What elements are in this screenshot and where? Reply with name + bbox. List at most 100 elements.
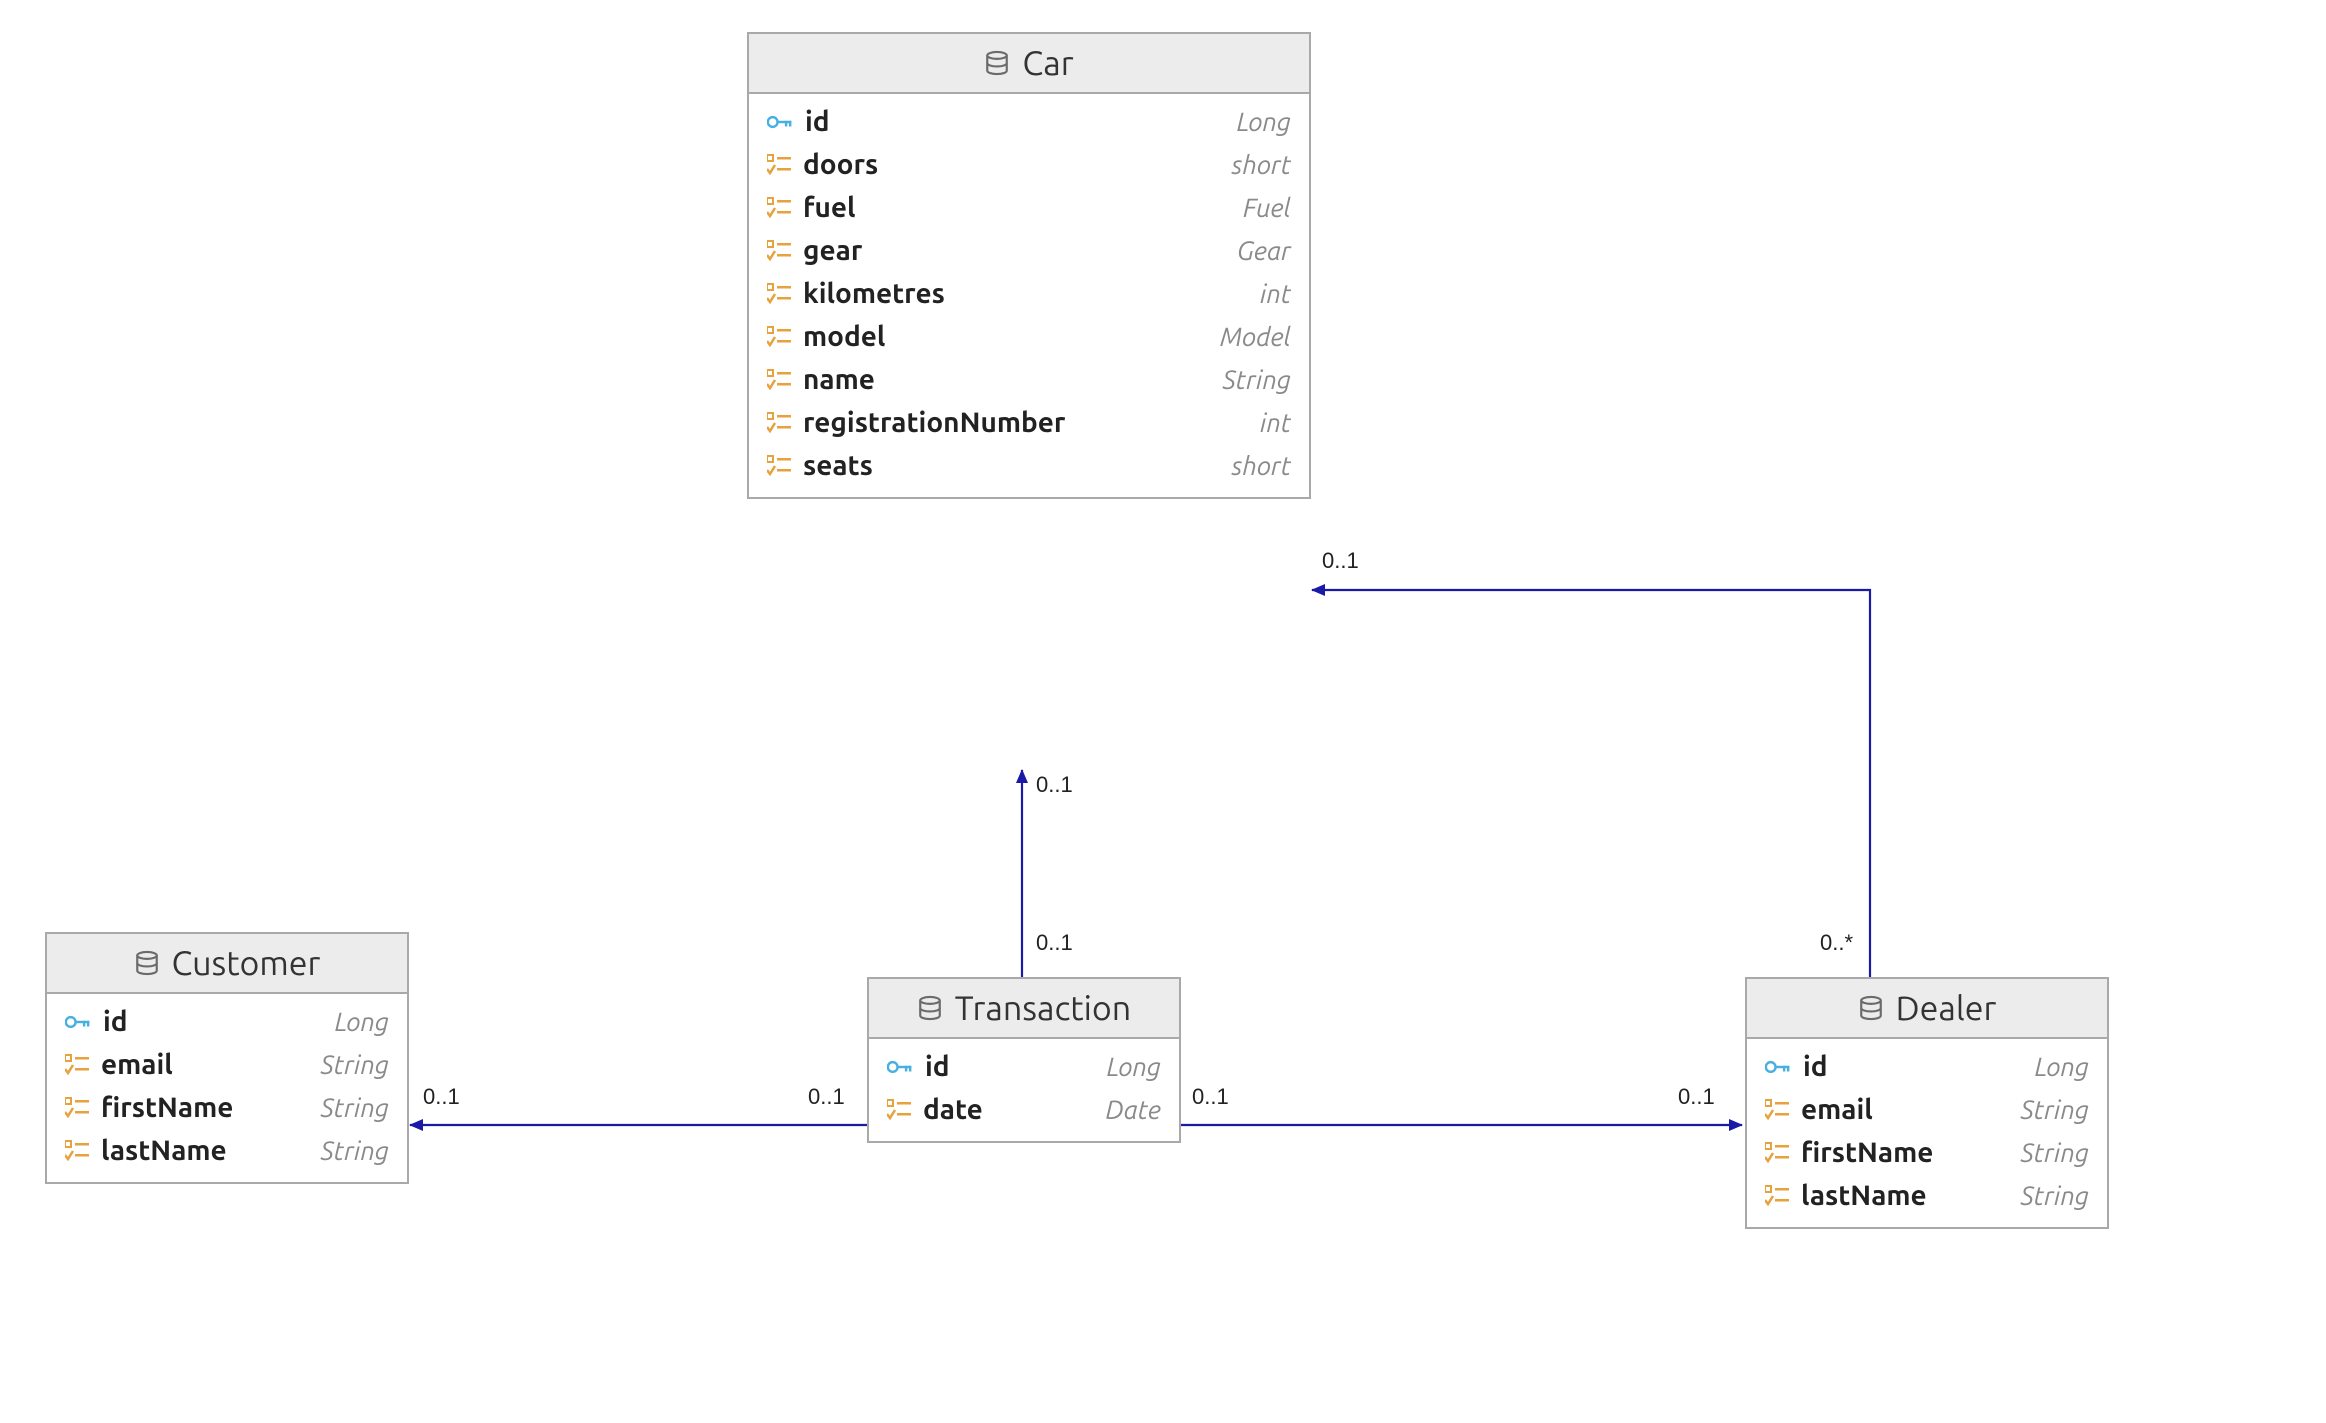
attribute-name: model [803, 321, 885, 352]
attribute-row[interactable]: id Long [885, 1045, 1163, 1088]
attribute-row[interactable]: idLong [63, 1000, 391, 1043]
er-diagram-canvas: 0..1 0..1 0..1 0..1 0..1 0..1 0..* 0..1 … [0, 0, 2326, 1423]
attribute-icon [767, 197, 791, 219]
mult-transaction-up: 0..1 [1036, 930, 1073, 956]
primary-key-icon [1765, 1057, 1791, 1077]
attribute-type: Long [1237, 107, 1291, 136]
attribute-row[interactable]: registrationNumber int [765, 401, 1293, 444]
attribute-name: email [1801, 1094, 1873, 1125]
attribute-row[interactable]: emailString [63, 1043, 391, 1086]
entity-title: Customer [172, 944, 321, 982]
attribute-type: String [2021, 1138, 2089, 1167]
attribute-row[interactable]: model Model [765, 315, 1293, 358]
attribute-name: id [103, 1006, 128, 1037]
attribute-row[interactable]: kilometres int [765, 272, 1293, 315]
entity-title: Transaction [955, 989, 1131, 1027]
entity-attributes: idLongemailStringfirstNameStringlastName… [47, 994, 407, 1182]
entity-car[interactable]: Car id Long doorsshortfuelFuel gear Gear kilom… [747, 32, 1311, 499]
attribute-row[interactable]: lastName String [63, 1129, 391, 1172]
entity-dealer[interactable]: DealeridLongemailStringfirstNameStringla… [1745, 977, 2109, 1229]
attribute-name: firstName [101, 1092, 233, 1123]
attribute-row[interactable]: seats short [765, 444, 1293, 487]
attribute-name: id [805, 106, 830, 137]
attribute-row[interactable]: date Date [885, 1088, 1163, 1131]
attribute-type: String [321, 1093, 389, 1122]
attribute-type: Gear [1237, 236, 1291, 265]
attribute-name: kilometres [803, 278, 945, 309]
primary-key-icon [767, 112, 793, 132]
mult-dealer-near: 0..1 [1678, 1084, 1715, 1110]
attribute-row[interactable]: id Long [765, 100, 1293, 143]
mult-transaction-right: 0..1 [1192, 1084, 1229, 1110]
attribute-type: Long [1107, 1052, 1161, 1081]
attribute-icon [767, 240, 791, 262]
mult-customer-near: 0..1 [423, 1084, 460, 1110]
attribute-icon [767, 283, 791, 305]
entity-header: Car [749, 34, 1309, 94]
attribute-type: short [1231, 150, 1291, 179]
mult-transaction-left: 0..1 [808, 1084, 845, 1110]
database-icon [134, 950, 160, 976]
attribute-type: String [1223, 365, 1291, 394]
attribute-icon [65, 1054, 89, 1076]
attribute-name: lastName [101, 1135, 227, 1166]
attribute-icon [65, 1097, 89, 1119]
attribute-type: short [1231, 451, 1291, 480]
attribute-name: id [1803, 1051, 1828, 1082]
attribute-name: registrationNumber [803, 407, 1065, 438]
attribute-icon [767, 455, 791, 477]
attribute-type: Date [1105, 1095, 1161, 1124]
attribute-row[interactable]: firstName String [63, 1086, 391, 1129]
attribute-type: String [2021, 1095, 2089, 1124]
attribute-type: Model [1220, 322, 1291, 351]
attribute-icon [1765, 1099, 1789, 1121]
entity-header: Transaction [869, 979, 1179, 1039]
attribute-name: seats [803, 450, 873, 481]
attribute-row[interactable]: id Long [1763, 1045, 2091, 1088]
database-icon [917, 995, 943, 1021]
attribute-icon [1765, 1185, 1789, 1207]
attribute-icon [767, 326, 791, 348]
attribute-row[interactable]: email String [1763, 1088, 2091, 1131]
attribute-type: int [1260, 279, 1291, 308]
database-icon [1858, 995, 1884, 1021]
attribute-row[interactable]: doorsshort [765, 143, 1293, 186]
entity-attributes: id Long date Date [869, 1039, 1179, 1141]
attribute-icon [65, 1140, 89, 1162]
attribute-icon [1765, 1142, 1789, 1164]
attribute-name: date [923, 1094, 983, 1125]
entity-attributes: id Long doorsshortfuelFuel gear Gear kilometr… [749, 94, 1309, 497]
entity-title: Car [1022, 44, 1073, 82]
entity-transaction[interactable]: Transactionid Long date Date [867, 977, 1181, 1143]
attribute-row[interactable]: gear Gear [765, 229, 1293, 272]
attribute-name: firstName [1801, 1137, 1933, 1168]
attribute-name: name [803, 364, 875, 395]
attribute-icon [767, 369, 791, 391]
mult-dealer-up: 0..* [1820, 930, 1853, 956]
attribute-row[interactable]: firstName String [1763, 1131, 2091, 1174]
entity-header: Customer [47, 934, 407, 994]
attribute-name: fuel [803, 192, 856, 223]
attribute-row[interactable]: name String [765, 358, 1293, 401]
primary-key-icon [887, 1057, 913, 1077]
attribute-name: id [925, 1051, 950, 1082]
attribute-type: Long [2035, 1052, 2089, 1081]
database-icon [984, 50, 1010, 76]
primary-key-icon [65, 1012, 91, 1032]
attribute-icon [767, 412, 791, 434]
attribute-type: String [2021, 1181, 2089, 1210]
mult-car-from-dealer: 0..1 [1322, 548, 1359, 574]
attribute-icon [767, 154, 791, 176]
mult-car-near: 0..1 [1036, 772, 1073, 798]
attribute-row[interactable]: lastName String [1763, 1174, 2091, 1217]
entity-attributes: idLongemailStringfirstNameStringlastName… [1747, 1039, 2107, 1227]
attribute-icon [887, 1099, 911, 1121]
attribute-name: lastName [1801, 1180, 1927, 1211]
entity-header: Dealer [1747, 979, 2107, 1039]
attribute-type: String [321, 1136, 389, 1165]
attribute-type: int [1260, 408, 1291, 437]
attribute-row[interactable]: fuelFuel [765, 186, 1293, 229]
attribute-name: email [101, 1049, 173, 1080]
entity-customer[interactable]: CustomeridLongemailStringfirstNameString… [45, 932, 409, 1184]
attribute-name: gear [803, 235, 862, 266]
